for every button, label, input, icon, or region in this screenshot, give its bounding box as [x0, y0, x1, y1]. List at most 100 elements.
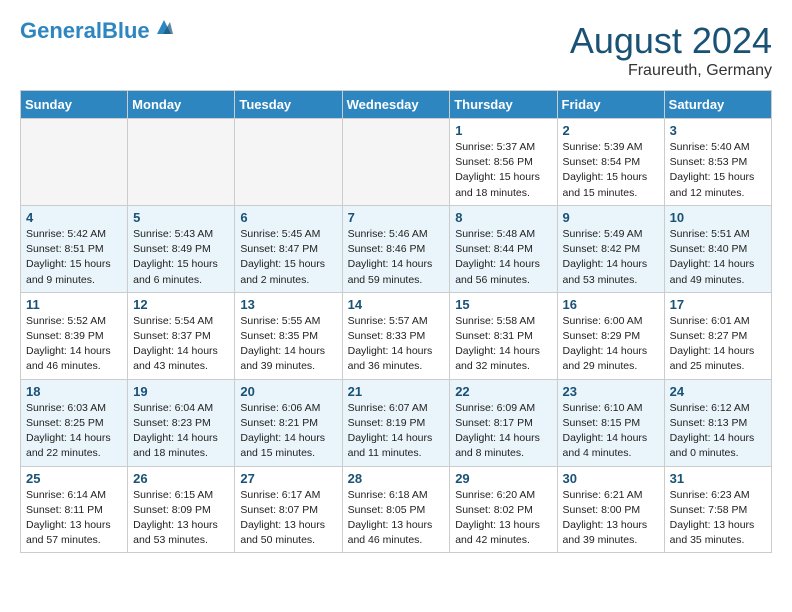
calendar-cell: 28Sunrise: 6:18 AMSunset: 8:05 PMDayligh… [342, 466, 450, 553]
calendar: SundayMondayTuesdayWednesdayThursdayFrid… [20, 90, 772, 553]
title-block: August 2024 Fraureuth, Germany [570, 20, 772, 80]
day-info: Sunrise: 5:52 AMSunset: 8:39 PMDaylight:… [26, 314, 122, 375]
day-info: Sunrise: 5:40 AMSunset: 8:53 PMDaylight:… [670, 140, 766, 201]
day-info: Sunrise: 6:10 AMSunset: 8:15 PMDaylight:… [563, 401, 659, 462]
day-number: 4 [26, 210, 122, 225]
logo-icon [153, 16, 175, 38]
calendar-week-3: 11 Sunrise: 5:52 AMSunset: 8:39 PMDayligh… [21, 292, 772, 379]
calendar-cell: 12Sunrise: 5:54 AMSunset: 8:37 PMDayligh… [128, 292, 235, 379]
calendar-cell: 7 Sunrise: 5:46 AMSunset: 8:46 PMDaylight… [342, 205, 450, 292]
day-number: 26 [133, 471, 229, 486]
calendar-week-1: 1 Sunrise: 5:37 AMSunset: 8:56 PMDaylight… [21, 119, 772, 206]
day-number: 25 [26, 471, 122, 486]
weekday-header-monday: Monday [128, 91, 235, 119]
day-info: Sunrise: 5:55 AMSunset: 8:35 PMDaylight:… [240, 314, 336, 375]
day-info: Sunrise: 5:48 AMSunset: 8:44 PMDaylight:… [455, 227, 551, 288]
day-info: Sunrise: 6:03 AMSunset: 8:25 PMDaylight:… [26, 401, 122, 462]
day-number: 14 [348, 297, 445, 312]
calendar-cell: 17 Sunrise: 6:01 AMSunset: 8:27 PMDayligh… [664, 292, 771, 379]
calendar-cell: 27 Sunrise: 6:17 AMSunset: 8:07 PMDayligh… [235, 466, 342, 553]
weekday-header-thursday: Thursday [450, 91, 557, 119]
calendar-cell: 21Sunrise: 6:07 AMSunset: 8:19 PMDayligh… [342, 379, 450, 466]
day-number: 19 [133, 384, 229, 399]
day-number: 2 [563, 123, 659, 138]
day-number: 8 [455, 210, 551, 225]
day-info: Sunrise: 5:57 AMSunset: 8:33 PMDaylight:… [348, 314, 445, 375]
day-number: 7 [348, 210, 445, 225]
weekday-header-sunday: Sunday [21, 91, 128, 119]
day-number: 10 [670, 210, 766, 225]
day-info: Sunrise: 6:00 AMSunset: 8:29 PMDaylight:… [563, 314, 659, 375]
day-info: Sunrise: 6:09 AMSunset: 8:17 PMDaylight:… [455, 401, 551, 462]
day-number: 16 [563, 297, 659, 312]
weekday-header-tuesday: Tuesday [235, 91, 342, 119]
calendar-cell: 30 Sunrise: 6:21 AMSunset: 8:00 PMDayligh… [557, 466, 664, 553]
calendar-cell: 15 Sunrise: 5:58 AMSunset: 8:31 PMDayligh… [450, 292, 557, 379]
day-info: Sunrise: 6:04 AMSunset: 8:23 PMDaylight:… [133, 401, 229, 462]
logo: GeneralBlue [20, 20, 175, 42]
location: Fraureuth, Germany [570, 62, 772, 80]
day-number: 5 [133, 210, 229, 225]
month-year: August 2024 [570, 20, 772, 62]
day-number: 31 [670, 471, 766, 486]
day-number: 28 [348, 471, 445, 486]
day-number: 13 [240, 297, 336, 312]
day-number: 22 [455, 384, 551, 399]
calendar-cell: 6Sunrise: 5:45 AMSunset: 8:47 PMDaylight… [235, 205, 342, 292]
day-info: Sunrise: 6:12 AMSunset: 8:13 PMDaylight:… [670, 401, 766, 462]
calendar-cell: 4Sunrise: 5:42 AMSunset: 8:51 PMDaylight… [21, 205, 128, 292]
calendar-cell: 10Sunrise: 5:51 AMSunset: 8:40 PMDayligh… [664, 205, 771, 292]
calendar-cell: 9Sunrise: 5:49 AMSunset: 8:42 PMDaylight… [557, 205, 664, 292]
calendar-week-4: 18Sunrise: 6:03 AMSunset: 8:25 PMDayligh… [21, 379, 772, 466]
day-info: Sunrise: 5:58 AMSunset: 8:31 PMDaylight:… [455, 314, 551, 375]
weekday-header-row: SundayMondayTuesdayWednesdayThursdayFrid… [21, 91, 772, 119]
calendar-cell [128, 119, 235, 206]
day-number: 1 [455, 123, 551, 138]
calendar-cell [342, 119, 450, 206]
day-info: Sunrise: 5:54 AMSunset: 8:37 PMDaylight:… [133, 314, 229, 375]
day-number: 30 [563, 471, 659, 486]
day-number: 6 [240, 210, 336, 225]
calendar-cell: 25Sunrise: 6:14 AMSunset: 8:11 PMDayligh… [21, 466, 128, 553]
day-number: 17 [670, 297, 766, 312]
day-number: 20 [240, 384, 336, 399]
day-number: 21 [348, 384, 445, 399]
calendar-cell: 19 Sunrise: 6:04 AMSunset: 8:23 PMDayligh… [128, 379, 235, 466]
calendar-week-5: 25Sunrise: 6:14 AMSunset: 8:11 PMDayligh… [21, 466, 772, 553]
day-info: Sunrise: 5:37 AMSunset: 8:56 PMDaylight:… [455, 140, 551, 201]
calendar-cell: 31 Sunrise: 6:23 AMSunset: 7:58 PMDayligh… [664, 466, 771, 553]
day-info: Sunrise: 6:21 AMSunset: 8:00 PMDaylight:… [563, 488, 659, 549]
calendar-cell: 22 Sunrise: 6:09 AMSunset: 8:17 PMDayligh… [450, 379, 557, 466]
day-info: Sunrise: 6:01 AMSunset: 8:27 PMDaylight:… [670, 314, 766, 375]
day-number: 23 [563, 384, 659, 399]
calendar-cell: 29Sunrise: 6:20 AMSunset: 8:02 PMDayligh… [450, 466, 557, 553]
weekday-header-saturday: Saturday [664, 91, 771, 119]
calendar-cell: 20 Sunrise: 6:06 AMSunset: 8:21 PMDayligh… [235, 379, 342, 466]
calendar-cell [21, 119, 128, 206]
day-info: Sunrise: 6:06 AMSunset: 8:21 PMDaylight:… [240, 401, 336, 462]
day-number: 3 [670, 123, 766, 138]
day-number: 15 [455, 297, 551, 312]
logo-text: GeneralBlue [20, 20, 150, 42]
calendar-cell: 26 Sunrise: 6:15 AMSunset: 8:09 PMDayligh… [128, 466, 235, 553]
day-info: Sunrise: 6:23 AMSunset: 7:58 PMDaylight:… [670, 488, 766, 549]
calendar-cell: 18Sunrise: 6:03 AMSunset: 8:25 PMDayligh… [21, 379, 128, 466]
day-info: Sunrise: 6:17 AMSunset: 8:07 PMDaylight:… [240, 488, 336, 549]
day-info: Sunrise: 6:15 AMSunset: 8:09 PMDaylight:… [133, 488, 229, 549]
calendar-cell: 5 Sunrise: 5:43 AMSunset: 8:49 PMDaylight… [128, 205, 235, 292]
weekday-header-friday: Friday [557, 91, 664, 119]
day-info: Sunrise: 5:43 AMSunset: 8:49 PMDaylight:… [133, 227, 229, 288]
calendar-cell: 8 Sunrise: 5:48 AMSunset: 8:44 PMDaylight… [450, 205, 557, 292]
calendar-cell: 3 Sunrise: 5:40 AMSunset: 8:53 PMDaylight… [664, 119, 771, 206]
page-header: GeneralBlue August 2024 Fraureuth, Germa… [20, 20, 772, 80]
day-info: Sunrise: 6:20 AMSunset: 8:02 PMDaylight:… [455, 488, 551, 549]
calendar-cell: 1 Sunrise: 5:37 AMSunset: 8:56 PMDaylight… [450, 119, 557, 206]
calendar-cell: 23 Sunrise: 6:10 AMSunset: 8:15 PMDayligh… [557, 379, 664, 466]
day-number: 24 [670, 384, 766, 399]
day-info: Sunrise: 5:49 AMSunset: 8:42 PMDaylight:… [563, 227, 659, 288]
day-number: 27 [240, 471, 336, 486]
day-number: 11 [26, 297, 122, 312]
weekday-header-wednesday: Wednesday [342, 91, 450, 119]
day-info: Sunrise: 5:39 AMSunset: 8:54 PMDaylight:… [563, 140, 659, 201]
day-info: Sunrise: 5:46 AMSunset: 8:46 PMDaylight:… [348, 227, 445, 288]
